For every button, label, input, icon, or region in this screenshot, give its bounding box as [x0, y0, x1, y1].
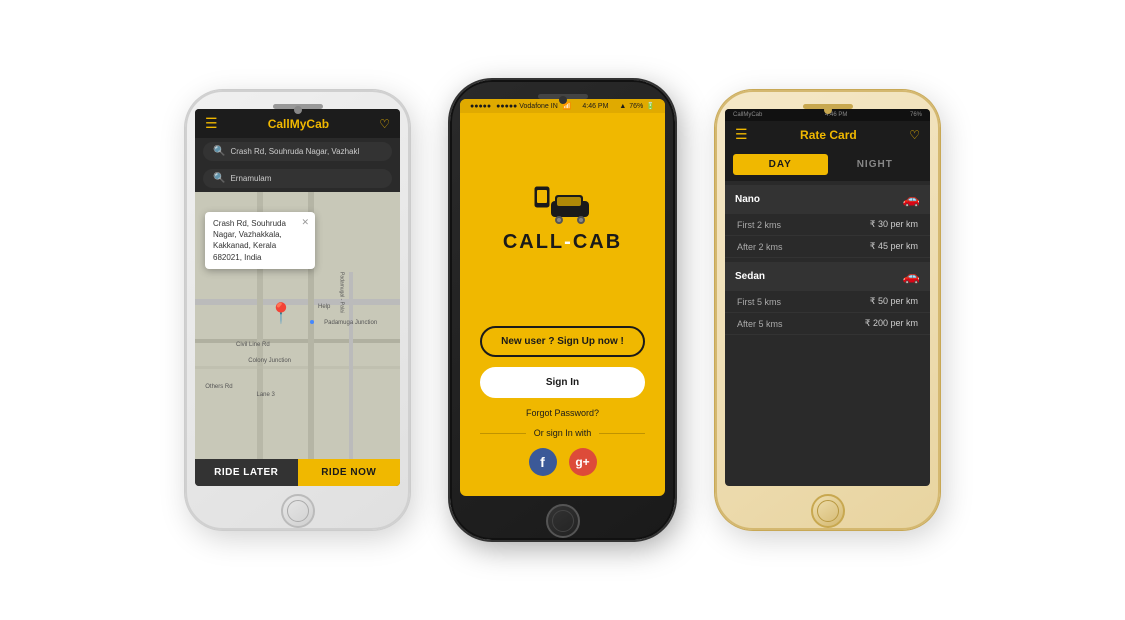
map-label-others: Others Rd: [205, 384, 232, 390]
phone-map: ☰ CallMyCab ♡ 🔍 Crash Rd, Souhruda Nagar…: [185, 90, 410, 530]
signup-button[interactable]: New user ? Sign Up now !: [480, 326, 645, 357]
ride-now-button[interactable]: RIDE NOW: [298, 459, 401, 486]
popup-text: Crash Rd, Souhruda Nagar, Vazhakkala, Ka…: [213, 219, 286, 262]
rc-nano-label-1: First 2 kms: [737, 220, 781, 230]
map-label-civil: Civil Line Rd: [236, 342, 270, 348]
login-screen: ●●●●● ●●●●● Vodafone IN 📶 4:46 PM ▲ 76% …: [460, 99, 665, 496]
search-icon: 🔍: [213, 146, 225, 157]
logo-area: CALL-CAB: [503, 113, 622, 326]
rc-content: Nano 🚗 First 2 kms ₹ 30 per km After 2 k…: [725, 181, 930, 486]
map-screen: ☰ CallMyCab ♡ 🔍 Crash Rd, Souhruda Nagar…: [195, 109, 400, 486]
ratecard-screen: CallMyCab 4:46 PM 76% ☰ Rate Card ♡ DAY …: [725, 109, 930, 486]
map-pin: 📍: [269, 301, 294, 326]
map-area: Help Padamuga Junction Civil Line Rd Col…: [195, 192, 400, 459]
hamburger-icon[interactable]: ☰: [205, 115, 218, 132]
google-login-button[interactable]: g+: [569, 448, 597, 476]
login-form: New user ? Sign Up now ! Sign In Forgot …: [460, 326, 665, 496]
app-logo-icon: [533, 185, 593, 225]
home-button-3[interactable]: [811, 494, 845, 528]
rc-sedan-label-2: After 5 kms: [737, 319, 783, 329]
ride-later-button[interactable]: RIDE LATER: [195, 459, 298, 486]
rc-page-title: Rate Card: [748, 128, 910, 142]
location-icon: ▲: [619, 103, 626, 110]
map-label-lane: Lane 3: [257, 392, 275, 398]
status-time: 4:46 PM: [582, 103, 608, 110]
rc-sedan-value-2: ₹ 200 per km: [865, 318, 918, 329]
home-button-ring: [287, 500, 309, 522]
status-right: ▲ 76% 🔋: [619, 102, 655, 110]
facebook-login-button[interactable]: f: [529, 448, 557, 476]
rc-menu-icon[interactable]: ☰: [735, 126, 748, 143]
home-button-2[interactable]: [546, 504, 580, 538]
search-bar-dest[interactable]: 🔍 Ernamulam: [203, 169, 392, 188]
front-camera-2: [559, 96, 567, 104]
rc-sedan-label-1: First 5 kms: [737, 297, 781, 307]
search-bar-origin[interactable]: 🔍 Crash Rd, Souhruda Nagar, Vazhakl: [203, 142, 392, 161]
rc-tab-night[interactable]: NIGHT: [828, 154, 923, 175]
rc-sedan-title: Sedan: [735, 271, 765, 282]
close-icon[interactable]: ✕: [301, 216, 309, 229]
app-title: CallMyCab: [268, 117, 329, 131]
front-camera: [294, 106, 302, 114]
social-divider: Or sign In with: [480, 428, 645, 438]
rc-sedan-row-2: After 5 kms ₹ 200 per km: [725, 313, 930, 335]
battery-level: 76%: [629, 103, 643, 110]
social-login-buttons: f g+: [480, 448, 645, 476]
rc-nano-title: Nano: [735, 194, 760, 205]
status-left: ●●●●● ●●●●● Vodafone IN 📶: [470, 102, 571, 110]
map-dot: [310, 320, 314, 324]
rc-nano-car-icon: 🚗: [903, 191, 920, 208]
map-label-help: Help: [318, 304, 330, 310]
rc-battery: 76%: [910, 112, 922, 118]
map-label-padamuga: Padamuga Junction: [324, 320, 377, 326]
signal-dots: ●●●●●: [470, 103, 491, 110]
origin-text: Crash Rd, Souhruda Nagar, Vazhakl: [230, 147, 359, 156]
rc-sedan-car-icon: 🚗: [903, 268, 920, 285]
map-label-colony: Colony Junction: [248, 358, 291, 364]
favorite-icon[interactable]: ♡: [379, 117, 390, 131]
rc-sedan-value-1: ₹ 50 per km: [870, 296, 918, 307]
rc-section-sedan: Sedan 🚗: [725, 262, 930, 291]
rc-day-night-tabs: DAY NIGHT: [725, 148, 930, 181]
dest-text: Ernamulam: [230, 174, 271, 183]
home-button-ring-3: [817, 500, 839, 522]
forgot-password-link[interactable]: Forgot Password?: [480, 408, 645, 418]
rc-tab-day[interactable]: DAY: [733, 154, 828, 175]
rc-nano-label-2: After 2 kms: [737, 242, 783, 252]
phone-login: ●●●●● ●●●●● Vodafone IN 📶 4:46 PM ▲ 76% …: [450, 80, 675, 540]
rc-favorite-icon[interactable]: ♡: [909, 128, 920, 142]
rc-nano-row-1: First 2 kms ₹ 30 per km: [725, 214, 930, 236]
phone-ratecard: CallMyCab 4:46 PM 76% ☰ Rate Card ♡ DAY …: [715, 90, 940, 530]
search-icon-2: 🔍: [213, 173, 225, 184]
home-button-ring-2: [552, 510, 574, 532]
rc-nano-value-2: ₹ 45 per km: [870, 241, 918, 252]
map-popup: ✕ Crash Rd, Souhruda Nagar, Vazhakkala, …: [205, 212, 315, 269]
app-logo-text: CALL-CAB: [503, 231, 622, 254]
battery-icon: 🔋: [646, 102, 655, 110]
rc-topbar: ☰ Rate Card ♡: [725, 121, 930, 148]
signin-button[interactable]: Sign In: [480, 367, 645, 398]
carrier-name: ●●●●● Vodafone IN: [496, 103, 558, 110]
map-label-padamugal: Padamugal - Palai: [339, 272, 345, 313]
rc-section-nano: Nano 🚗: [725, 185, 930, 214]
rc-nano-value-1: ₹ 30 per km: [870, 219, 918, 230]
rc-carrier: CallMyCab: [733, 112, 762, 118]
rc-nano-row-2: After 2 kms ₹ 45 per km: [725, 236, 930, 258]
map-bottom-buttons: RIDE LATER RIDE NOW: [195, 459, 400, 486]
front-camera-3: [824, 106, 832, 114]
home-button[interactable]: [281, 494, 315, 528]
rc-sedan-row-1: First 5 kms ₹ 50 per km: [725, 291, 930, 313]
